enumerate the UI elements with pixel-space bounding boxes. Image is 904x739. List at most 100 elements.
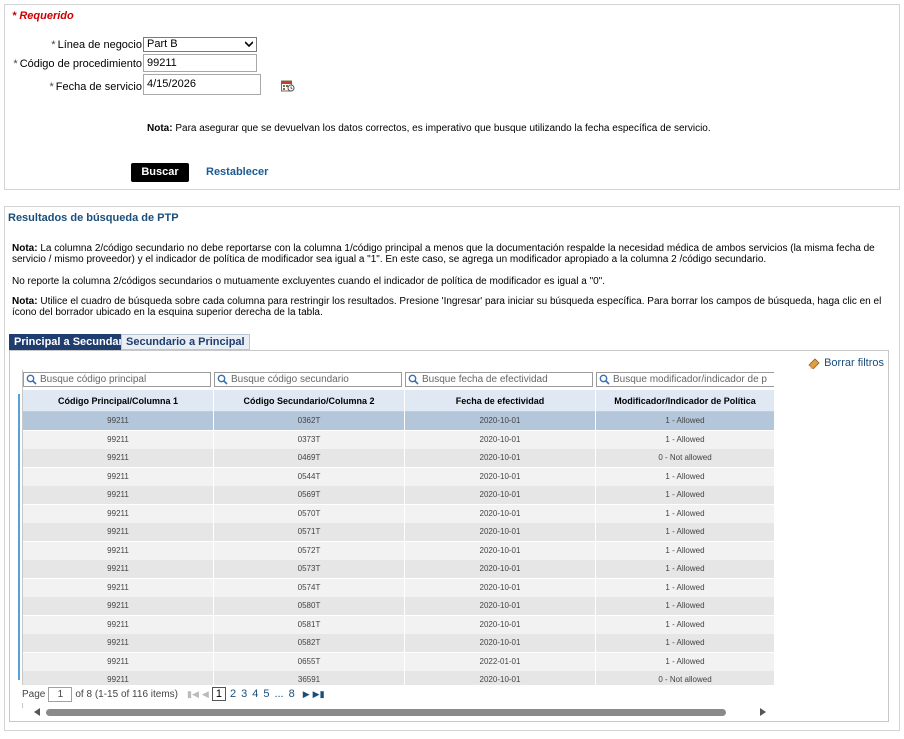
table-row[interactable]: 99211 0573T 2020-10-01 1 - Allowed: [23, 560, 774, 579]
clear-filters-button[interactable]: Borrar filtros: [808, 357, 884, 369]
table-cell: 2020-10-01: [405, 578, 596, 597]
calendar-icon[interactable]: [281, 79, 295, 92]
table-cell: 99211: [23, 615, 214, 634]
horizontal-scrollbar[interactable]: [34, 708, 766, 717]
table-cell: 2020-10-01: [405, 541, 596, 560]
pager-page-5[interactable]: 5: [262, 688, 270, 700]
last-page-icon[interactable]: ▶▮: [313, 689, 325, 700]
results-grid: Busque código principal Busque código se…: [22, 370, 774, 708]
scroll-left-icon[interactable]: [34, 708, 40, 716]
table-row[interactable]: 99211 0655T 2022-01-01 1 - Allowed: [23, 652, 774, 671]
table-cell: 99211: [23, 560, 214, 578]
line-of-business-label: * Línea de negocio: [51, 39, 142, 51]
table-cell: 0569T: [214, 486, 405, 504]
next-page-icon[interactable]: ▶: [303, 689, 310, 700]
pager-page-1[interactable]: 1: [211, 687, 226, 701]
table-cell: 99211: [23, 467, 214, 486]
pager-page-input[interactable]: 1: [48, 686, 73, 702]
table-row[interactable]: 99211 0544T 2020-10-01 1 - Allowed: [23, 467, 774, 486]
clear-filters-label: Borrar filtros: [824, 357, 884, 369]
table-cell: 0655T: [214, 652, 405, 671]
table-cell: 0573T: [214, 560, 405, 578]
tab-principal-a-secundario[interactable]: Principal a Secundario: [9, 334, 138, 350]
column-header-principal[interactable]: Código Principal/Columna 1: [23, 390, 214, 412]
table-cell: 0582T: [214, 634, 405, 652]
scrollbar-thumb[interactable]: [46, 709, 726, 716]
table-cell: 99211: [23, 597, 214, 615]
table-row[interactable]: 99211 0581T 2020-10-01 1 - Allowed: [23, 615, 774, 634]
table-cell: 0572T: [214, 541, 405, 560]
table-cell: 2022-01-01: [405, 652, 596, 671]
table-cell: 99211: [23, 541, 214, 560]
line-of-business-value: Part B: [147, 38, 178, 50]
prev-page-icon[interactable]: ◀: [202, 689, 209, 700]
table-cell: 1 - Allowed: [596, 560, 774, 578]
pager-page-8[interactable]: 8: [288, 688, 296, 700]
chevron-down-icon: [245, 41, 253, 48]
table-row[interactable]: 99211 0572T 2020-10-01 1 - Allowed: [23, 541, 774, 560]
table-cell: 2020-10-01: [405, 523, 596, 541]
table-cell: 0544T: [214, 467, 405, 486]
table-row[interactable]: 99211 0574T 2020-10-01 1 - Allowed: [23, 578, 774, 597]
filter-modificador-input[interactable]: Busque modificador/indicador de p: [596, 372, 774, 387]
filter-principal-input[interactable]: Busque código principal: [23, 372, 211, 387]
table-cell: 0570T: [214, 504, 405, 523]
table-cell: 1 - Allowed: [596, 652, 774, 671]
table-row[interactable]: 99211 0582T 2020-10-01 1 - Allowed: [23, 634, 774, 653]
grid-row-marker: [18, 394, 20, 680]
results-title: Resultados de búsqueda de PTP: [8, 212, 179, 224]
table-cell: 1 - Allowed: [596, 523, 774, 541]
search-button[interactable]: Buscar: [131, 163, 189, 182]
table-row[interactable]: 99211 0571T 2020-10-01 1 - Allowed: [23, 523, 774, 542]
procedure-code-row: * Código de procedimiento: [5, 55, 142, 75]
table-cell: 0469T: [214, 449, 405, 467]
pager-page-4[interactable]: 4: [251, 688, 259, 700]
table-row[interactable]: 99211 0373T 2020-10-01 1 - Allowed: [23, 430, 774, 449]
table-cell: 2020-10-01: [405, 467, 596, 486]
table-row[interactable]: 99211 0469T 2020-10-01 0 - Not allowed: [23, 449, 774, 468]
filter-fecha-input[interactable]: Busque fecha de efectividad: [405, 372, 593, 387]
table-row[interactable]: 99211 0362T 2020-10-01 1 - Allowed: [23, 412, 774, 431]
grid-header-row: Código Principal/Columna 1 Código Secund…: [23, 390, 774, 412]
service-date-input[interactable]: 4/15/2026: [143, 74, 261, 95]
table-cell: 0580T: [214, 597, 405, 615]
table-cell: 2020-10-01: [405, 634, 596, 652]
table-row[interactable]: 99211 0569T 2020-10-01 1 - Allowed: [23, 486, 774, 505]
table-cell: 2020-10-01: [405, 430, 596, 449]
pager-page-3[interactable]: 3: [240, 688, 248, 700]
column-header-fecha[interactable]: Fecha de efectividad: [405, 390, 596, 412]
column-header-modificador[interactable]: Modificador/Indicador de Política: [596, 390, 774, 412]
table-cell: 99211: [23, 430, 214, 449]
table-cell: 2020-10-01: [405, 412, 596, 430]
reset-link[interactable]: Restablecer: [206, 166, 268, 178]
procedure-code-input[interactable]: 99211: [143, 54, 257, 72]
table-cell: 99211: [23, 449, 214, 467]
table-cell: 2020-10-01: [405, 560, 596, 578]
table-cell: 99211: [23, 486, 214, 504]
table-cell: 1 - Allowed: [596, 504, 774, 523]
table-cell: 1 - Allowed: [596, 412, 774, 430]
table-cell: 0373T: [214, 430, 405, 449]
procedure-code-label: * Código de procedimiento: [13, 58, 142, 70]
first-page-icon[interactable]: ▮◀: [187, 689, 199, 700]
table-row[interactable]: 99211 0570T 2020-10-01 1 - Allowed: [23, 504, 774, 523]
table-cell: 0581T: [214, 615, 405, 634]
search-icon: [217, 374, 228, 385]
table-cell: 1 - Allowed: [596, 597, 774, 615]
table-cell: 99211: [23, 652, 214, 671]
table-cell: 2020-10-01: [405, 486, 596, 504]
scroll-right-icon[interactable]: [760, 708, 766, 716]
tab-secundario-a-principal[interactable]: Secundario a Principal: [121, 334, 250, 350]
table-cell: 0574T: [214, 578, 405, 597]
table-cell: 0571T: [214, 523, 405, 541]
search-icon: [408, 374, 419, 385]
table-cell: 1 - Allowed: [596, 467, 774, 486]
pager-page-2[interactable]: 2: [229, 688, 237, 700]
line-of-business-select[interactable]: Part B: [143, 37, 257, 52]
results-grid-container: Borrar filtros Busque código principal B…: [9, 350, 889, 722]
search-note: Nota: Para asegurar que se devuelvan los…: [147, 123, 711, 134]
filter-secundario-input[interactable]: Busque código secundario: [214, 372, 402, 387]
pager-ellipsis[interactable]: ...: [273, 688, 284, 700]
table-row[interactable]: 99211 0580T 2020-10-01 1 - Allowed: [23, 597, 774, 616]
column-header-secundario[interactable]: Código Secundario/Columna 2: [214, 390, 405, 412]
